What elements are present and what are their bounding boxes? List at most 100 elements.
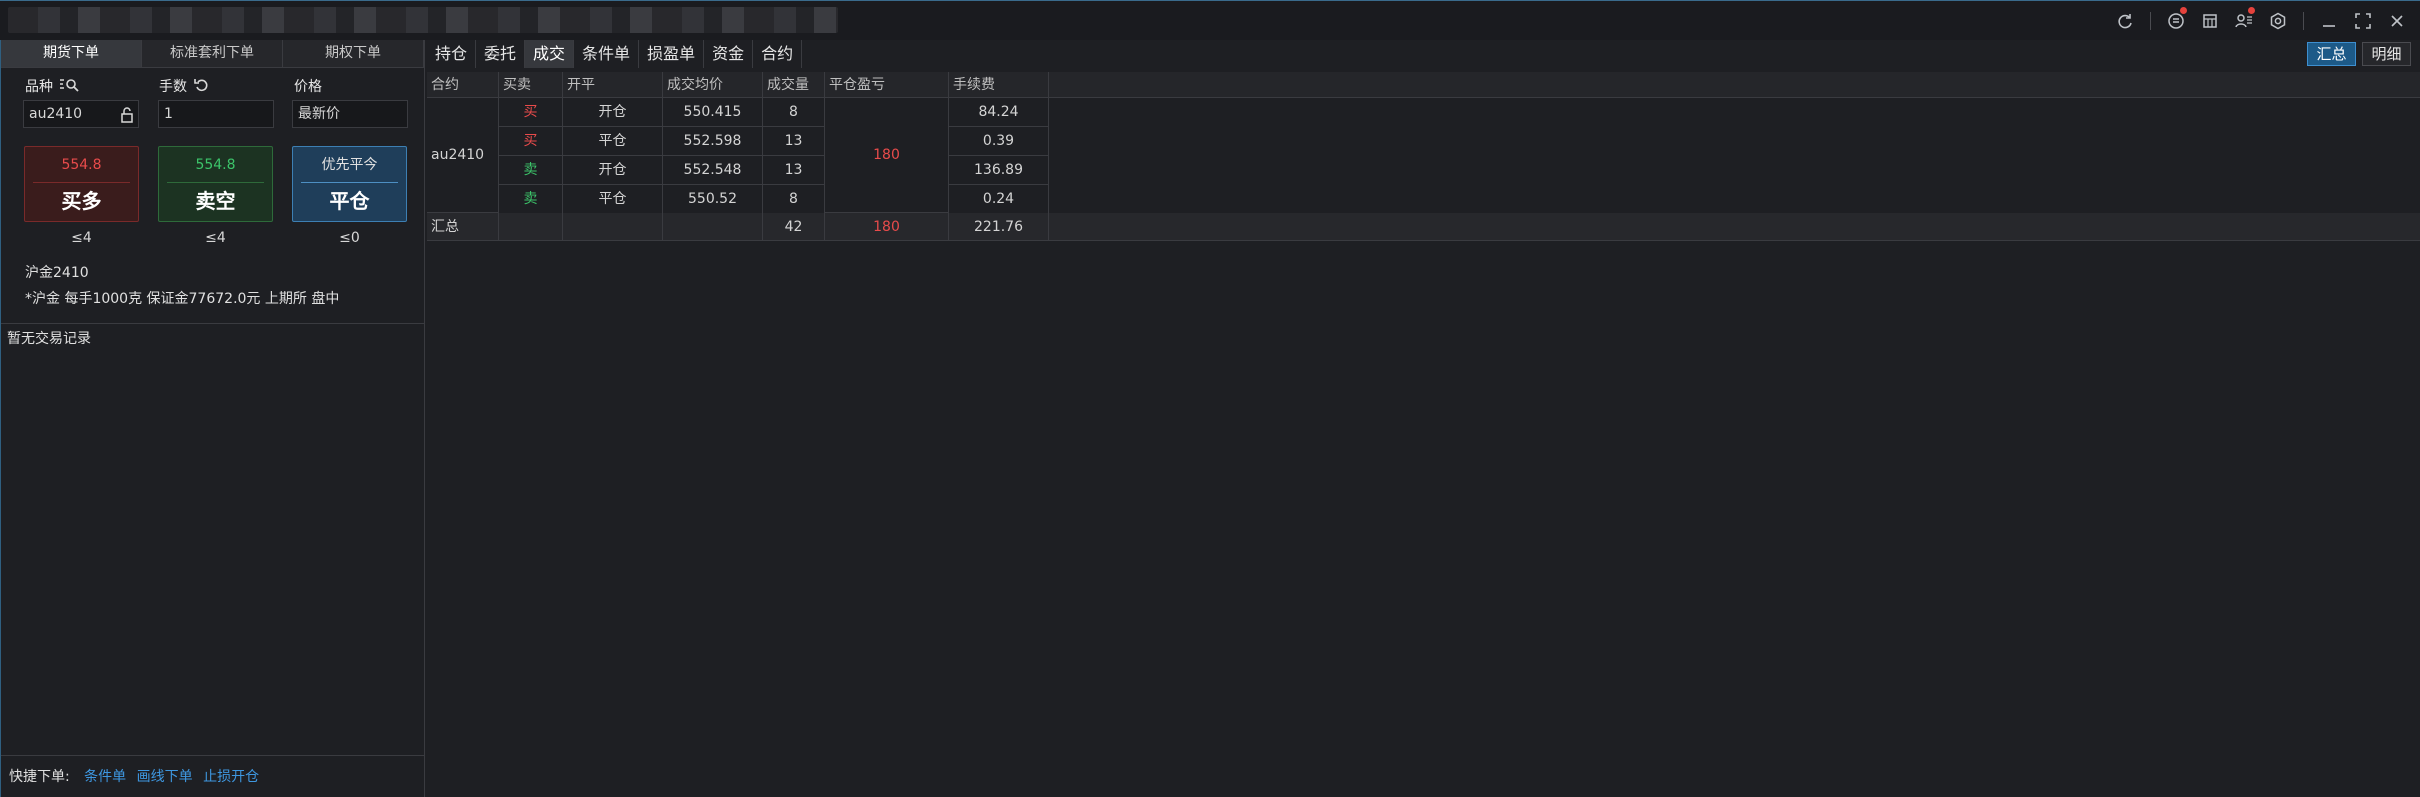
col-fee[interactable]: 手续费 — [949, 72, 1049, 98]
order-panel: 期货下单 标准套利下单 期权下单 品种 手数 价格 au2410 1 最新价 5… — [0, 40, 425, 797]
detail-view-button[interactable]: 明细 — [2362, 42, 2411, 66]
sell-limit: ≤4 — [205, 230, 226, 246]
product-search-icon[interactable] — [59, 78, 80, 96]
open-close-cell: 开仓 — [563, 156, 663, 185]
col-side[interactable]: 买卖 — [499, 72, 563, 98]
sell-short-label: 卖空 — [195, 189, 236, 213]
contract-info: *沪金 每手1000克 保证金77672.0元 上期所 盘中 — [25, 291, 340, 307]
open-close-cell: 开仓 — [563, 98, 663, 127]
maximize-icon[interactable] — [2348, 7, 2378, 35]
close-pnl-cell: 180 — [825, 98, 949, 213]
lots-input[interactable]: 1 — [158, 100, 274, 128]
summary-side-cell — [499, 213, 563, 241]
open-close-cell: 平仓 — [563, 127, 663, 156]
product-input[interactable]: au2410 — [23, 100, 139, 128]
close-position-label: 平仓 — [329, 189, 370, 213]
quick-link-line-order[interactable]: 画线下单 — [137, 769, 193, 785]
buy-long-button[interactable]: 554.8 买多 — [24, 146, 139, 222]
product-label-text: 品种 — [25, 79, 53, 95]
divider — [1, 323, 425, 324]
no-trade-records: 暂无交易记录 — [7, 331, 91, 347]
toolbar-separator — [2303, 12, 2304, 30]
tab-positions[interactable]: 持仓 — [427, 40, 477, 68]
col-open-close[interactable]: 开平 — [563, 72, 663, 98]
lock-icon[interactable] — [120, 106, 134, 132]
tab-futures-order[interactable]: 期货下单 — [1, 40, 142, 67]
notification-dot — [2180, 7, 2187, 14]
summary-row: 汇总 42 180 221.76 — [427, 213, 2420, 241]
summary-open-close-cell — [563, 213, 663, 241]
tab-trades[interactable]: 成交 — [525, 40, 575, 68]
col-avg-price[interactable]: 成交均价 — [663, 72, 763, 98]
summary-label: 汇总 — [427, 213, 499, 241]
tab-conditional[interactable]: 条件单 — [574, 40, 640, 68]
avg-price-cell: 552.548 — [663, 156, 763, 185]
summary-pnl: 180 — [825, 213, 949, 241]
col-qty[interactable]: 成交量 — [763, 72, 825, 98]
close-position-button[interactable]: 优先平今 平仓 — [292, 146, 407, 222]
quick-link-stop-open[interactable]: 止损开仓 — [203, 769, 259, 785]
side-cell: 卖 — [499, 185, 563, 214]
col-contract[interactable]: 合约 — [427, 72, 499, 98]
tab-options-order[interactable]: 期权下单 — [283, 40, 424, 67]
quick-link-conditional[interactable]: 条件单 — [84, 769, 126, 785]
side-cell: 买 — [499, 98, 563, 127]
fee-cell: 0.24 — [949, 185, 1049, 214]
title-bar — [0, 0, 2420, 40]
notification-dot — [2248, 7, 2255, 14]
close-priority-label: 优先平今 — [301, 147, 398, 183]
avg-price-cell: 550.415 — [663, 98, 763, 127]
lots-label-text: 手数 — [159, 79, 187, 95]
qty-cell: 8 — [763, 98, 825, 127]
buy-price: 554.8 — [33, 147, 130, 183]
qty-cell: 13 — [763, 156, 825, 185]
tab-contracts[interactable]: 合约 — [753, 40, 803, 68]
contract-cell[interactable]: au2410 — [427, 98, 499, 213]
tab-arbitrage-order[interactable]: 标准套利下单 — [142, 40, 283, 67]
side-cell: 买 — [499, 127, 563, 156]
summary-view-button[interactable]: 汇总 — [2307, 42, 2356, 66]
lots-label: 手数 — [159, 76, 210, 97]
message-icon[interactable] — [2161, 7, 2191, 35]
fee-cell: 136.89 — [949, 156, 1049, 185]
avg-price-cell: 550.52 — [663, 185, 763, 214]
calendar-icon[interactable] — [2195, 7, 2225, 35]
qty-cell: 8 — [763, 185, 825, 214]
open-close-cell: 平仓 — [563, 185, 663, 214]
fee-cell: 84.24 — [949, 98, 1049, 127]
col-close-pnl[interactable]: 平仓盈亏 — [825, 72, 949, 98]
window-controls — [2110, 7, 2412, 35]
contract-name: 沪金2410 — [25, 265, 89, 281]
quick-order-label: 快捷下单: — [9, 769, 70, 785]
fee-cell: 0.39 — [949, 127, 1049, 156]
table-header: 合约 买卖 开平 成交均价 成交量 平仓盈亏 手续费 — [427, 72, 2420, 98]
summary-fee: 221.76 — [949, 213, 1049, 241]
minimize-icon[interactable] — [2314, 7, 2344, 35]
sell-price: 554.8 — [167, 147, 264, 183]
record-tabs: 持仓 委托 成交 条件单 损盈单 资金 合约 — [427, 40, 803, 68]
reset-icon[interactable] — [194, 77, 210, 97]
summary-price-cell — [663, 213, 763, 241]
buy-long-label: 买多 — [61, 189, 102, 213]
toolbar-separator — [2150, 12, 2151, 30]
tab-stop-profit[interactable]: 损盈单 — [639, 40, 705, 68]
buy-limit: ≤4 — [71, 230, 92, 246]
qty-cell: 13 — [763, 127, 825, 156]
price-select[interactable]: 最新价 — [292, 100, 408, 128]
product-value: au2410 — [29, 106, 83, 122]
order-type-tabs: 期货下单 标准套利下单 期权下单 — [1, 40, 424, 68]
close-icon[interactable] — [2382, 7, 2412, 35]
quick-order-bar: 快捷下单: 条件单 画线下单 止损开仓 — [1, 755, 425, 797]
window-title-blurred — [8, 7, 838, 33]
tab-orders[interactable]: 委托 — [476, 40, 526, 68]
close-limit: ≤0 — [339, 230, 360, 246]
avg-price-cell: 552.598 — [663, 127, 763, 156]
price-label: 价格 — [294, 79, 322, 95]
tab-funds[interactable]: 资金 — [704, 40, 754, 68]
refresh-icon[interactable] — [2110, 7, 2140, 35]
summary-qty: 42 — [763, 213, 825, 241]
sell-short-button[interactable]: 554.8 卖空 — [158, 146, 273, 222]
user-list-icon[interactable] — [2229, 7, 2259, 35]
settings-icon[interactable] — [2263, 7, 2293, 35]
side-cell: 卖 — [499, 156, 563, 185]
